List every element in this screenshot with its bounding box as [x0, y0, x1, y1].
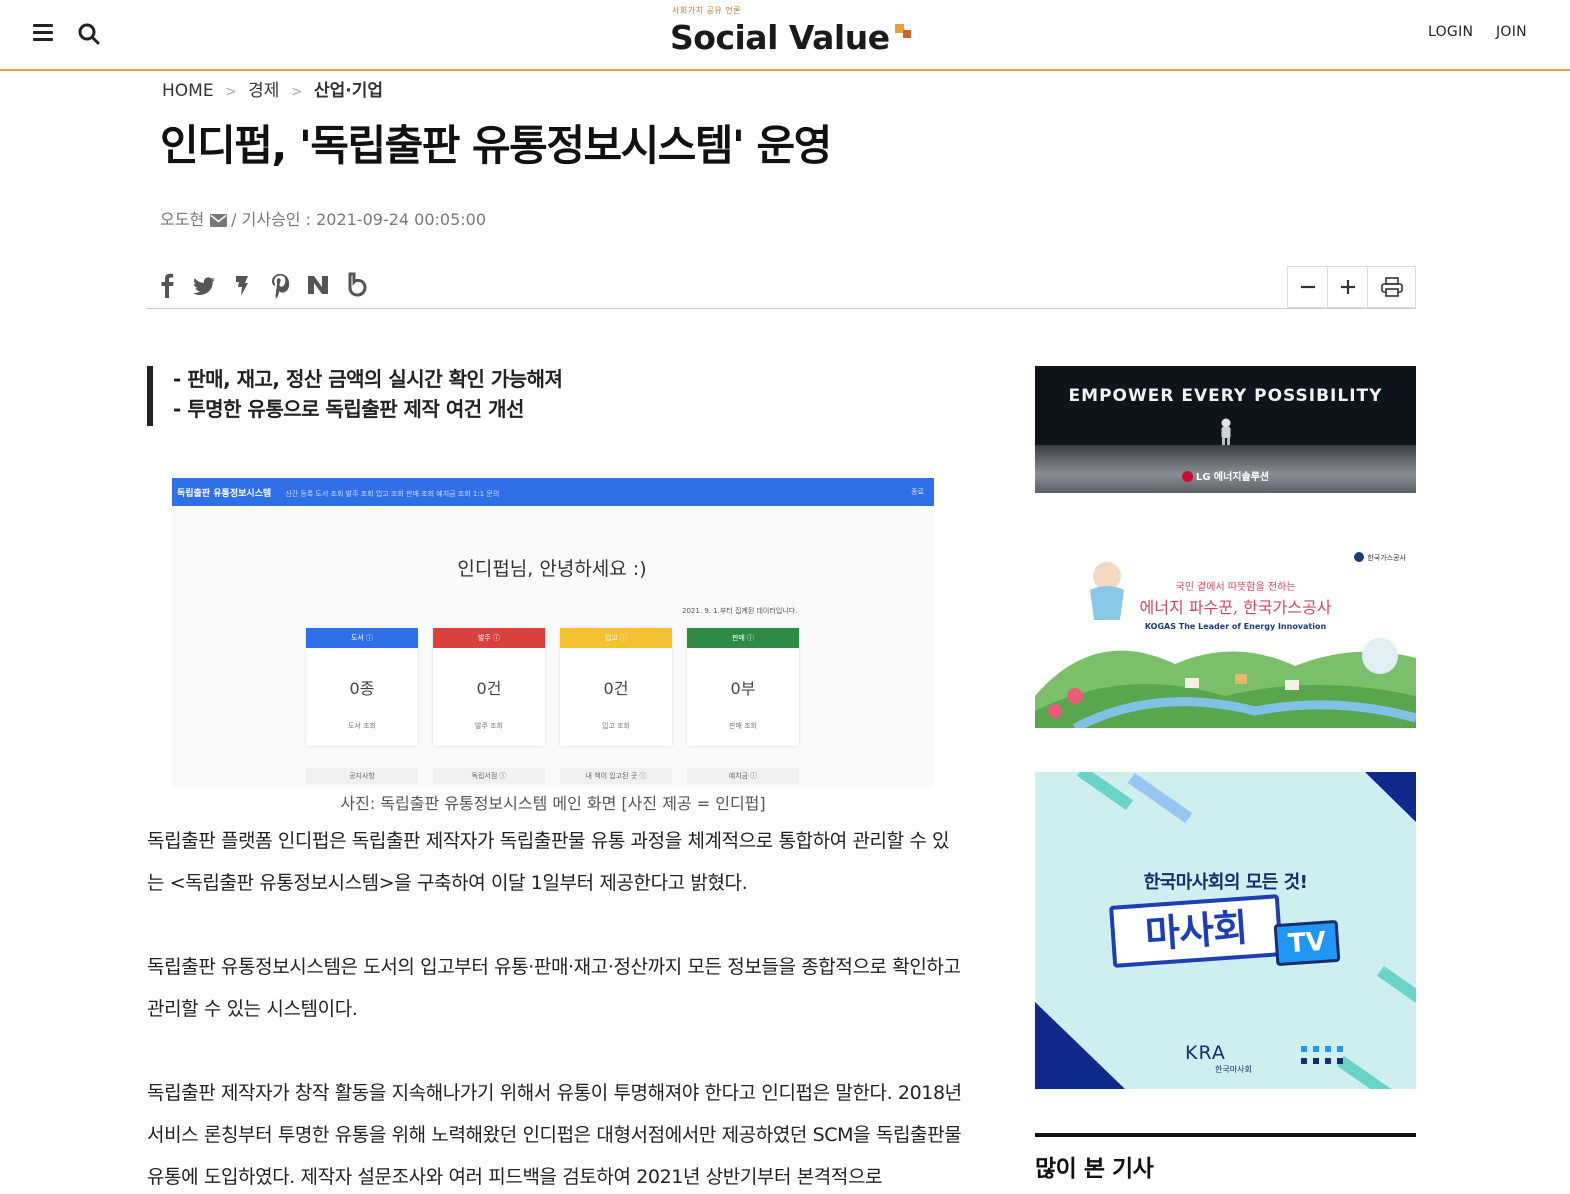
- photo-card-value: 0부: [730, 679, 756, 698]
- breadcrumb: HOME > 경제 > 산업·기업: [162, 76, 383, 101]
- article-summary: - 판매, 재고, 정산 금액의 실시간 확인 가능해져 - 투명한 유통으로 …: [147, 366, 563, 426]
- ad-banner-kra[interactable]: 한국마사회의 모든 것! 마사회 TV KRA 한국마사회: [1035, 772, 1416, 1089]
- photo-pill: 공지사항: [306, 768, 418, 784]
- photo-bar-title: 독립출판 유통정보시스템: [177, 489, 272, 499]
- approved-date: / 기사승인 : 2021-09-24 00:05:00: [231, 210, 487, 229]
- search-icon[interactable]: [77, 22, 101, 46]
- photo-pill: 독립서점 ⓘ: [433, 768, 545, 784]
- photo-bar-right: 종료: [911, 488, 924, 496]
- ad-banner-lg[interactable]: EMPOWER EVERY POSSIBILITY LG 에너지솔루션: [1035, 366, 1416, 493]
- article-paragraph: 독립출판 제작자가 창작 활동을 지속해나가기 위해서 유통이 투명해져야 한다…: [147, 1082, 962, 1188]
- summary-line: - 판매, 재고, 정산 금액의 실시간 확인 가능해져: [173, 367, 563, 391]
- photo-card: 발주 ⓘ 0건 발주 조회: [433, 628, 545, 746]
- photo-pill: 내 책이 입고된 곳 ⓘ: [560, 768, 672, 784]
- logo-mark-icon: [894, 24, 911, 40]
- photo-card-value: 0건: [603, 679, 629, 698]
- landscape-illustration: [1035, 562, 1416, 728]
- band-icon[interactable]: [343, 270, 369, 300]
- photo-card: 판매 ⓘ 0부 판매 조회: [687, 628, 799, 746]
- photo-card-value: 0종: [349, 679, 375, 698]
- divider: [147, 308, 1416, 309]
- summary-line: - 투명한 유통으로 독립출판 제작 여건 개선: [173, 397, 524, 421]
- photo-card-header: 입고 ⓘ: [560, 628, 672, 648]
- facebook-icon[interactable]: [155, 270, 181, 300]
- article-photo[interactable]: 독립출판 유통정보시스템 신간 등록 도서 조회 발주 조회 입고 조회 판매 조…: [172, 478, 934, 788]
- ad-badge: 마사회: [1109, 894, 1283, 968]
- photo-card-header: 판매 ⓘ: [687, 628, 799, 648]
- join-link[interactable]: JOIN: [1496, 24, 1527, 40]
- photo-navbar: 독립출판 유통정보시스템 신간 등록 도서 조회 발주 조회 입고 조회 판매 조…: [172, 478, 934, 506]
- article-title: 인디펍, '독립출판 유통정보시스템' 운영: [160, 121, 832, 170]
- ad-brand-sub: 한국마사회: [1215, 1065, 1252, 1074]
- photo-note: 2021. 9. 1.부터 집계된 데이터입니다.: [682, 607, 798, 615]
- photo-caption: 사진: 독립출판 유통정보시스템 메인 화면 [사진 제공 = 인디펍]: [340, 794, 766, 813]
- mail-icon[interactable]: [210, 214, 228, 227]
- kakaostory-icon[interactable]: [229, 270, 255, 300]
- photo-card: 입고 ⓘ 0건 입고 조회: [560, 628, 672, 746]
- article-paragraph: 독립출판 유통정보시스템은 도서의 입고부터 유통·판매·재고·정산까지 모든 …: [147, 956, 961, 1020]
- article-paragraph: 독립출판 플랫폼 인디펍은 독립출판 제작자가 독립출판물 유통 과정을 체계적…: [147, 830, 950, 894]
- zoom-in-icon: [1340, 280, 1355, 294]
- logo-tagline: 사회가치 공유 언론: [672, 6, 741, 15]
- photo-pill: 예치금 ⓘ: [687, 768, 799, 784]
- photo-card-sub: 발주 조회: [475, 722, 503, 730]
- print-icon: [1380, 277, 1403, 297]
- breadcrumb-home[interactable]: HOME: [162, 81, 214, 101]
- breadcrumb-separator-icon: >: [290, 84, 303, 100]
- photo-greeting: 인디펍님, 안녕하세요 :): [457, 558, 647, 580]
- site-logo[interactable]: 사회가치 공유 언론 Social Value: [670, 5, 911, 65]
- menu-icon[interactable]: [33, 24, 53, 42]
- ad-tv-badge: TV: [1273, 919, 1341, 967]
- font-smaller-button[interactable]: [1288, 267, 1328, 307]
- photo-card-sub: 판매 조회: [729, 722, 757, 730]
- ad-line: 한국마사회의 모든 것!: [1143, 872, 1308, 893]
- ad-brand: LG 에너지솔루션: [1035, 468, 1416, 483]
- lg-logo-icon: [1181, 471, 1193, 482]
- astronaut-icon: [1221, 418, 1231, 445]
- photo-card-value: 0건: [476, 679, 502, 698]
- ad-banner-kogas[interactable]: 한국가스공사 국민 곁에서 따뜻함을 전하는 에너지 파수꾼, 한국가스공사 K…: [1035, 546, 1416, 728]
- font-larger-button[interactable]: [1328, 267, 1368, 307]
- login-link[interactable]: LOGIN: [1428, 24, 1473, 40]
- article-byline: 오도현 / 기사승인 : 2021-09-24 00:05:00: [160, 206, 486, 230]
- ad-brand: KRA: [1185, 1042, 1226, 1064]
- twitter-icon[interactable]: [191, 270, 217, 300]
- photo-card-sub: 입고 조회: [602, 722, 630, 730]
- ad-text: EMPOWER EVERY POSSIBILITY: [1068, 386, 1383, 406]
- print-button[interactable]: [1368, 267, 1415, 307]
- author-name[interactable]: 오도현: [160, 210, 204, 229]
- logo-wordmark: Social Value: [670, 18, 911, 57]
- photo-card-header: 도서 ⓘ: [306, 628, 418, 648]
- photo-card-header: 발주 ⓘ: [433, 628, 545, 648]
- photo-bar-menu: 신간 등록 도서 조회 발주 조회 입고 조회 판매 조회 예치금 조회 1:1…: [285, 490, 500, 498]
- breadcrumb-economy[interactable]: 경제: [248, 81, 279, 101]
- breadcrumb-separator-icon: >: [224, 84, 237, 100]
- article-tools: [1287, 266, 1416, 308]
- photo-card: 도서 ⓘ 0종 도서 조회: [306, 628, 418, 746]
- zoom-out-icon: [1300, 285, 1315, 289]
- pinterest-icon[interactable]: [267, 270, 293, 300]
- breadcrumb-industry[interactable]: 산업·기업: [314, 81, 383, 101]
- naver-icon[interactable]: [305, 270, 331, 300]
- popular-articles-title: 많이 본 기사: [1035, 1156, 1154, 1182]
- site-header: 사회가치 공유 언론 Social Value LOGIN JOIN: [0, 0, 1570, 71]
- popular-articles-section: 많이 본 기사: [1035, 1133, 1416, 1183]
- photo-card-sub: 도서 조회: [348, 722, 376, 730]
